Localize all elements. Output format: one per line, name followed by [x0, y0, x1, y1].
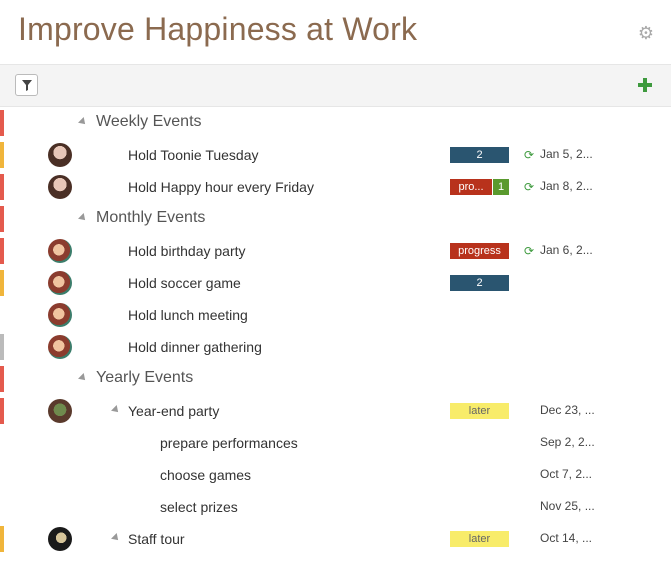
subtask-row-perform[interactable]: prepare performances Sep 2, 2...: [0, 427, 671, 459]
progress-badge: progress: [450, 243, 509, 259]
task-label[interactable]: Hold dinner gathering: [128, 339, 262, 355]
avatar: [48, 239, 72, 263]
avatar: [48, 175, 72, 199]
filter-button[interactable]: [15, 74, 38, 96]
status-bar: [0, 526, 4, 552]
status-bar: [0, 270, 4, 296]
status-bar: [0, 334, 4, 360]
due-date: Sep 2, 2...: [540, 435, 595, 449]
count-badge: 2: [450, 275, 509, 291]
group-label: Yearly Events: [96, 369, 194, 386]
group-label: Weekly Events: [96, 113, 202, 130]
task-row-lunch[interactable]: Hold lunch meeting: [0, 299, 671, 331]
due-date: Oct 7, 2...: [540, 467, 593, 481]
due-date: Oct 14, ...: [540, 531, 593, 545]
status-bar: [0, 366, 4, 392]
collapse-caret-icon[interactable]: [78, 373, 88, 383]
collapse-caret-icon[interactable]: [78, 213, 88, 223]
task-row-toonie[interactable]: Hold Toonie Tuesday 2 ⟳ Jan 5, 2...: [0, 139, 671, 171]
recurring-icon: ⟳: [524, 244, 535, 258]
avatar: [48, 399, 72, 423]
group-row-monthly[interactable]: Monthly Events: [0, 203, 671, 235]
task-label[interactable]: Hold Happy hour every Friday: [128, 179, 314, 195]
subtask-row-prizes[interactable]: select prizes Nov 25, ...: [0, 491, 671, 523]
due-date: Jan 6, 2...: [540, 243, 593, 257]
collapse-caret-icon[interactable]: [111, 533, 121, 543]
avatar: [48, 303, 72, 327]
task-label[interactable]: Hold soccer game: [128, 275, 241, 291]
task-label[interactable]: Hold birthday party: [128, 243, 246, 259]
avatar: [48, 527, 72, 551]
avatar: [48, 335, 72, 359]
page-header: Improve Happiness at Work ⚙: [0, 0, 671, 64]
group-row-weekly[interactable]: Weekly Events: [0, 107, 671, 139]
task-row-yearend[interactable]: Year-end party later Dec 23, ...: [0, 395, 671, 427]
subtask-label[interactable]: prepare performances: [160, 435, 298, 451]
status-bar: [0, 142, 4, 168]
status-bar: [0, 110, 4, 136]
recurring-icon: ⟳: [524, 180, 535, 194]
task-label[interactable]: Hold lunch meeting: [128, 307, 248, 323]
task-row-birthday[interactable]: Hold birthday party progress ⟳ Jan 6, 2.…: [0, 235, 671, 267]
task-row-soccer[interactable]: Hold soccer game 2: [0, 267, 671, 299]
group-label: Monthly Events: [96, 209, 206, 226]
filter-icon: [22, 80, 32, 91]
task-row-dinner[interactable]: Hold dinner gathering: [0, 331, 671, 363]
due-date: Jan 5, 2...: [540, 147, 593, 161]
status-bar: [0, 174, 4, 200]
subtask-label[interactable]: select prizes: [160, 499, 238, 515]
task-label[interactable]: Hold Toonie Tuesday: [128, 147, 259, 163]
group-row-yearly[interactable]: Yearly Events: [0, 363, 671, 395]
avatar: [48, 143, 72, 167]
gear-icon[interactable]: ⚙: [637, 24, 655, 42]
status-badge: later: [450, 531, 509, 547]
subtask-row-games[interactable]: choose games Oct 7, 2...: [0, 459, 671, 491]
page-title: Improve Happiness at Work: [18, 11, 418, 47]
due-date: Nov 25, ...: [540, 499, 595, 513]
status-bar: [0, 398, 4, 424]
toolbar: [0, 64, 671, 107]
count-badge: 1: [493, 179, 509, 195]
count-badge: 2: [450, 147, 509, 163]
due-date: Jan 8, 2...: [540, 179, 593, 193]
status-bar: [0, 238, 4, 264]
status-badge: later: [450, 403, 509, 419]
subtask-label[interactable]: choose games: [160, 467, 251, 483]
due-date: Dec 23, ...: [540, 403, 595, 417]
collapse-caret-icon[interactable]: [111, 405, 121, 415]
task-row-happy[interactable]: Hold Happy hour every Friday pro... 1 ⟳ …: [0, 171, 671, 203]
recurring-icon: ⟳: [524, 148, 535, 162]
task-row-stafftour[interactable]: Staff tour later Oct 14, ...: [0, 523, 671, 555]
collapse-caret-icon[interactable]: [78, 117, 88, 127]
task-label[interactable]: Staff tour: [128, 531, 185, 547]
avatar: [48, 271, 72, 295]
add-button[interactable]: [636, 76, 654, 94]
progress-badge: pro...: [450, 179, 492, 195]
status-bar: [0, 206, 4, 232]
task-label[interactable]: Year-end party: [128, 403, 219, 419]
